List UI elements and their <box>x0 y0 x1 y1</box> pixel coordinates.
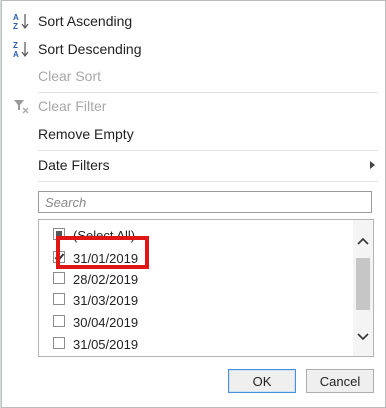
list-item-label: 28/02/2019 <box>73 271 139 287</box>
checkbox[interactable] <box>53 337 65 349</box>
scroll-up-button[interactable] <box>353 230 373 252</box>
svg-text:A: A <box>13 50 19 58</box>
filter-dropdown-panel: A Z Sort Ascending Z A Sort Descending C… <box>1 0 386 408</box>
date-filters-item[interactable]: Date Filters <box>2 153 385 177</box>
list-item-label: 31/03/2019 <box>73 292 139 308</box>
list-item-label: 31/05/2019 <box>73 336 139 352</box>
svg-text:Z: Z <box>13 41 18 50</box>
list-item[interactable]: 30/04/2019 <box>39 311 349 333</box>
scrollbar-thumb[interactable] <box>356 258 370 310</box>
ok-button[interactable]: OK <box>228 369 296 393</box>
checkbox[interactable] <box>53 251 65 263</box>
chevron-down-icon <box>357 333 369 341</box>
clear-filter-item[interactable]: Clear Filter <box>2 94 385 118</box>
list-item[interactable]: 28/02/2019 <box>39 268 349 290</box>
remove-empty-item[interactable]: Remove Empty <box>2 122 385 146</box>
clear-filter-label: Clear Filter <box>38 98 107 114</box>
chevron-right-icon <box>370 161 375 169</box>
scroll-down-button[interactable] <box>353 326 373 348</box>
cancel-button[interactable]: Cancel <box>306 369 374 393</box>
clear-sort-label: Clear Sort <box>38 68 102 84</box>
checkbox[interactable] <box>53 228 65 240</box>
sort-ascending-item[interactable]: A Z Sort Ascending <box>2 9 385 33</box>
remove-empty-label: Remove Empty <box>38 126 134 142</box>
clear-sort-item[interactable]: Clear Sort <box>2 64 385 88</box>
checkbox[interactable] <box>53 293 65 305</box>
menu-separator <box>38 92 378 93</box>
menu-separator <box>38 181 378 182</box>
checkbox[interactable] <box>53 272 65 284</box>
sort-descending-item[interactable]: Z A Sort Descending <box>2 37 385 61</box>
search-input[interactable]: Search <box>38 191 372 213</box>
checkbox[interactable] <box>53 315 65 327</box>
list-item[interactable]: 31/01/2019 <box>39 247 349 269</box>
search-placeholder: Search <box>45 194 87 210</box>
list-item-select-all[interactable]: (Select All) <box>39 224 349 246</box>
sort-az-icon: A Z <box>13 13 29 30</box>
menu-separator <box>38 150 378 151</box>
list-item[interactable]: 31/05/2019 <box>39 333 349 355</box>
svg-text:Z: Z <box>13 22 18 30</box>
svg-text:A: A <box>13 13 19 22</box>
vertical-scrollbar[interactable] <box>353 220 373 356</box>
sort-descending-label: Sort Descending <box>38 41 142 57</box>
list-item-label: (Select All) <box>73 227 136 243</box>
list-item-label: 30/04/2019 <box>73 314 139 330</box>
date-filters-label: Date Filters <box>38 157 110 173</box>
chevron-up-icon <box>357 237 369 245</box>
list-item[interactable]: 31/03/2019 <box>39 289 349 311</box>
sort-za-icon: Z A <box>13 41 29 58</box>
sort-ascending-label: Sort Ascending <box>38 13 133 29</box>
list-item-label: 31/01/2019 <box>73 250 139 266</box>
clear-filter-icon <box>14 100 29 114</box>
value-list: (Select All) 31/01/2019 28/02/2019 31/03… <box>38 219 374 357</box>
